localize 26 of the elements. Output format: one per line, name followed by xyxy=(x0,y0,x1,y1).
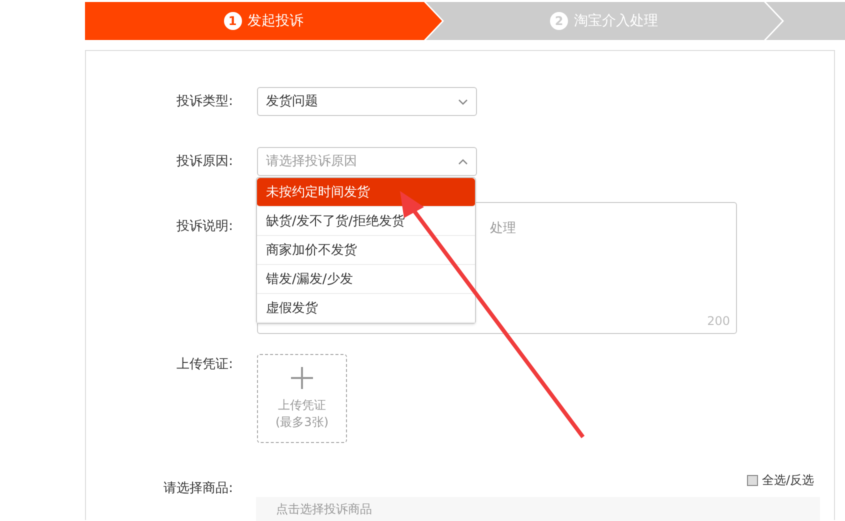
picker-placeholder: 点击选择投诉商品 xyxy=(276,502,372,516)
step-label: 发起投诉 xyxy=(248,12,304,30)
char-counter: 200 xyxy=(707,313,730,330)
dropdown-item[interactable]: 商家加价不发货 xyxy=(257,236,475,265)
field-label: 投诉说明: xyxy=(176,218,233,236)
step-tab[interactable]: 1 发起投诉 xyxy=(85,2,442,40)
chevron-up-icon xyxy=(458,158,468,164)
dropdown-item[interactable]: 未按约定时间发货 xyxy=(257,178,475,207)
plus-icon xyxy=(291,366,313,389)
type-select[interactable]: 发货问题 xyxy=(257,87,477,116)
reason-select[interactable]: 请选择投诉原因 xyxy=(257,147,477,176)
select-placeholder: 请选择投诉原因 xyxy=(266,152,357,171)
dropdown-item[interactable]: 虚假发货 xyxy=(257,294,475,323)
upload-button[interactable]: 上传凭证 (最多3张) xyxy=(257,354,347,443)
field-label: 上传凭证: xyxy=(176,356,233,374)
field-label: 请选择商品: xyxy=(162,480,233,498)
product-picker[interactable]: 点击选择投诉商品 xyxy=(256,497,820,521)
step-number: 1 xyxy=(224,12,242,30)
chevron-down-icon xyxy=(458,98,468,104)
select-value: 发货问题 xyxy=(266,92,318,111)
field-placeholder: 处理 xyxy=(490,221,516,236)
field-label: 投诉类型: xyxy=(176,93,233,111)
dropdown-item[interactable]: 错发/漏发/少发 xyxy=(257,265,475,294)
select-all-checkbox[interactable] xyxy=(746,474,758,486)
field-label: 投诉原因: xyxy=(176,153,233,171)
select-all-label[interactable]: 全选/反选 xyxy=(762,471,814,489)
